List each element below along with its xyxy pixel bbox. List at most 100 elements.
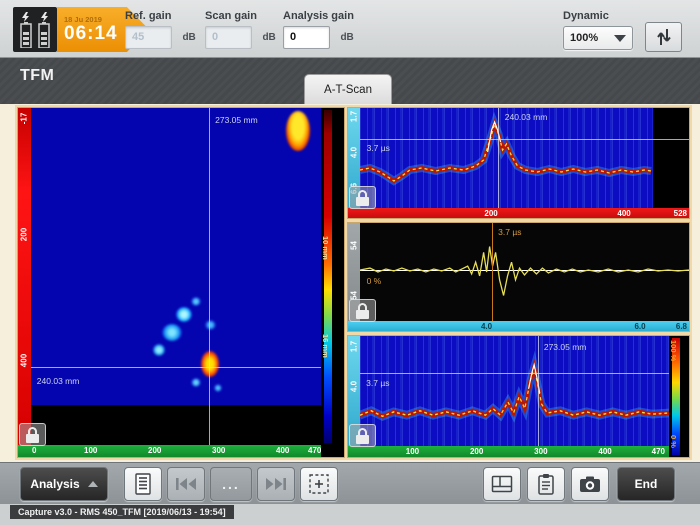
bscan-bottom-x-axis[interactable]: 100 200 300 400 470 — [348, 446, 669, 457]
echo-band — [360, 108, 689, 208]
clipboard-icon — [537, 473, 555, 495]
ref-gain-field[interactable]: 45 — [125, 26, 172, 49]
indication-blob — [162, 324, 182, 341]
cursor-x-readout: 240.03 mm — [505, 112, 548, 122]
swap-vertical-button[interactable] — [645, 22, 682, 52]
axis-tick: 470 — [652, 447, 665, 456]
indication-blob — [214, 384, 222, 392]
bscan-top-image[interactable]: 240.03 mm 3.7 µs — [360, 108, 689, 208]
cursor-line-vertical[interactable] — [538, 336, 539, 446]
capture-app-window: 18 Ju 2019 06:14 Ref. gain 45 dB Scan ga… — [0, 0, 700, 525]
cursor-x-readout: 273.05 mm — [544, 342, 587, 352]
tab-a-t-scan[interactable]: A-T-Scan — [304, 74, 392, 104]
axis-tick: 1.7 — [350, 335, 359, 359]
lock-icon[interactable] — [349, 186, 376, 209]
skip-first-button[interactable] — [167, 467, 205, 501]
axis-tick: 54 — [350, 234, 359, 258]
ref-gain-group: Ref. gain 45 dB — [125, 10, 196, 49]
region-select-icon — [308, 473, 330, 495]
cursor-line-vertical[interactable] — [492, 223, 493, 321]
ascan-image[interactable]: 3.7 µs 0 % — [360, 223, 689, 321]
end-button[interactable]: End — [617, 467, 675, 501]
bscan-bottom-panel: 1.7 4.0 100 200 300 400 470 273.05 m — [347, 335, 690, 458]
indication-blob — [286, 111, 310, 151]
indication-blob — [176, 307, 192, 322]
battery-charging-icon — [38, 12, 50, 48]
axis-tick: 200 — [484, 209, 497, 218]
dynamic-group: Dynamic 100% — [563, 10, 633, 50]
axis-tick: -17 — [20, 107, 29, 131]
axis-tick: 400 — [20, 349, 29, 373]
axis-tick: 6.8 — [676, 322, 687, 331]
ref-gain-label: Ref. gain — [125, 10, 196, 22]
status-bar: Capture v3.0 - RMS 450_TFM [2019/06/13 -… — [10, 505, 234, 519]
cursor-y-readout: 3.7 µs — [367, 143, 390, 153]
scan-gain-unit: dB — [262, 32, 275, 43]
bscan-bottom-image[interactable]: 273.05 mm 3.7 µs — [360, 336, 669, 446]
scan-gain-group: Scan gain 0 dB — [205, 10, 276, 49]
cursor-line-vertical[interactable] — [209, 108, 210, 445]
cursor-line-vertical[interactable] — [498, 108, 499, 208]
colorbar-label: 100 % — [669, 340, 678, 361]
region-select-button[interactable] — [300, 467, 338, 501]
screenshot-camera-button[interactable] — [571, 467, 609, 501]
axis-tick: 100 — [406, 447, 419, 456]
list-icon — [133, 473, 153, 495]
axis-tick: 6.0 — [634, 322, 645, 331]
chevron-up-icon — [88, 481, 98, 487]
amplitude-colorbar: 100 % 0 % — [669, 336, 689, 457]
split-layout-button[interactable] — [483, 467, 521, 501]
skip-first-icon — [175, 477, 197, 491]
axis-tick: 4.0 — [481, 322, 492, 331]
skip-last-icon — [265, 477, 287, 491]
axis-tick: 400 — [276, 446, 289, 455]
end-label: End — [635, 477, 658, 491]
ascan-x-axis[interactable]: 4.0 6.0 6.8 — [348, 321, 689, 331]
cursor-y-readout: 240.03 mm — [37, 376, 80, 386]
clipboard-button[interactable] — [527, 467, 565, 501]
axis-tick: 400 — [598, 447, 611, 456]
tfm-top-view-image[interactable]: 273.05 mm 240.03 mm — [31, 108, 321, 445]
camera-icon — [579, 475, 601, 493]
colorbar-label: 10 mm — [321, 236, 330, 260]
axis-tick: 400 — [617, 209, 630, 218]
lock-icon[interactable] — [19, 423, 46, 446]
main-view-area: -17 200 400 0 100 200 300 400 470 — [0, 104, 700, 462]
tab-label: A-T-Scan — [324, 84, 372, 96]
tfm-dead-zone — [31, 405, 321, 445]
scan-gain-field[interactable]: 0 — [205, 26, 252, 49]
axis-tick: 528 — [674, 209, 687, 218]
axis-tick: 1.7 — [350, 105, 359, 129]
analysis-label: Analysis — [30, 477, 79, 491]
dynamic-value: 100% — [570, 32, 614, 44]
lock-icon[interactable] — [349, 299, 376, 322]
scan-gain-label: Scan gain — [205, 10, 276, 22]
top-bar: 18 Ju 2019 06:14 Ref. gain 45 dB Scan ga… — [0, 0, 700, 58]
cursor-y-readout: 3.7 µs — [366, 378, 389, 388]
skip-last-button[interactable] — [257, 467, 295, 501]
swap-vertical-icon — [656, 28, 672, 46]
axis-tick: 4.0 — [350, 141, 359, 165]
echo-band — [360, 336, 669, 446]
dynamic-dropdown[interactable]: 100% — [563, 26, 633, 50]
indication-blob — [153, 344, 165, 356]
analysis-gain-unit: dB — [340, 32, 353, 43]
baseline-readout: 0 % — [367, 276, 382, 286]
colorbar-label: 0 % — [669, 435, 678, 448]
battery-status — [13, 7, 57, 52]
axis-tick: 300 — [212, 446, 225, 455]
chevron-down-icon — [614, 35, 626, 42]
cursor-line-horizontal[interactable] — [360, 373, 669, 374]
view-title-bar: TFM A-T-Scan — [0, 58, 700, 104]
cursor-line-horizontal[interactable] — [31, 367, 321, 368]
more-button[interactable]: ... — [210, 467, 252, 501]
lock-icon[interactable] — [349, 424, 376, 447]
tfm-x-axis[interactable]: 0 100 200 300 400 470 — [18, 445, 321, 457]
bscan-top-x-axis[interactable]: 200 400 528 — [348, 208, 689, 218]
report-list-button[interactable] — [124, 467, 162, 501]
tfm-y-axis[interactable]: -17 200 400 — [18, 108, 31, 445]
analysis-menu-button[interactable]: Analysis — [20, 467, 108, 501]
cursor-x-readout: 273.05 mm — [215, 115, 258, 125]
analysis-gain-field[interactable]: 0 — [283, 26, 330, 49]
cursor-line-horizontal[interactable] — [360, 139, 689, 140]
